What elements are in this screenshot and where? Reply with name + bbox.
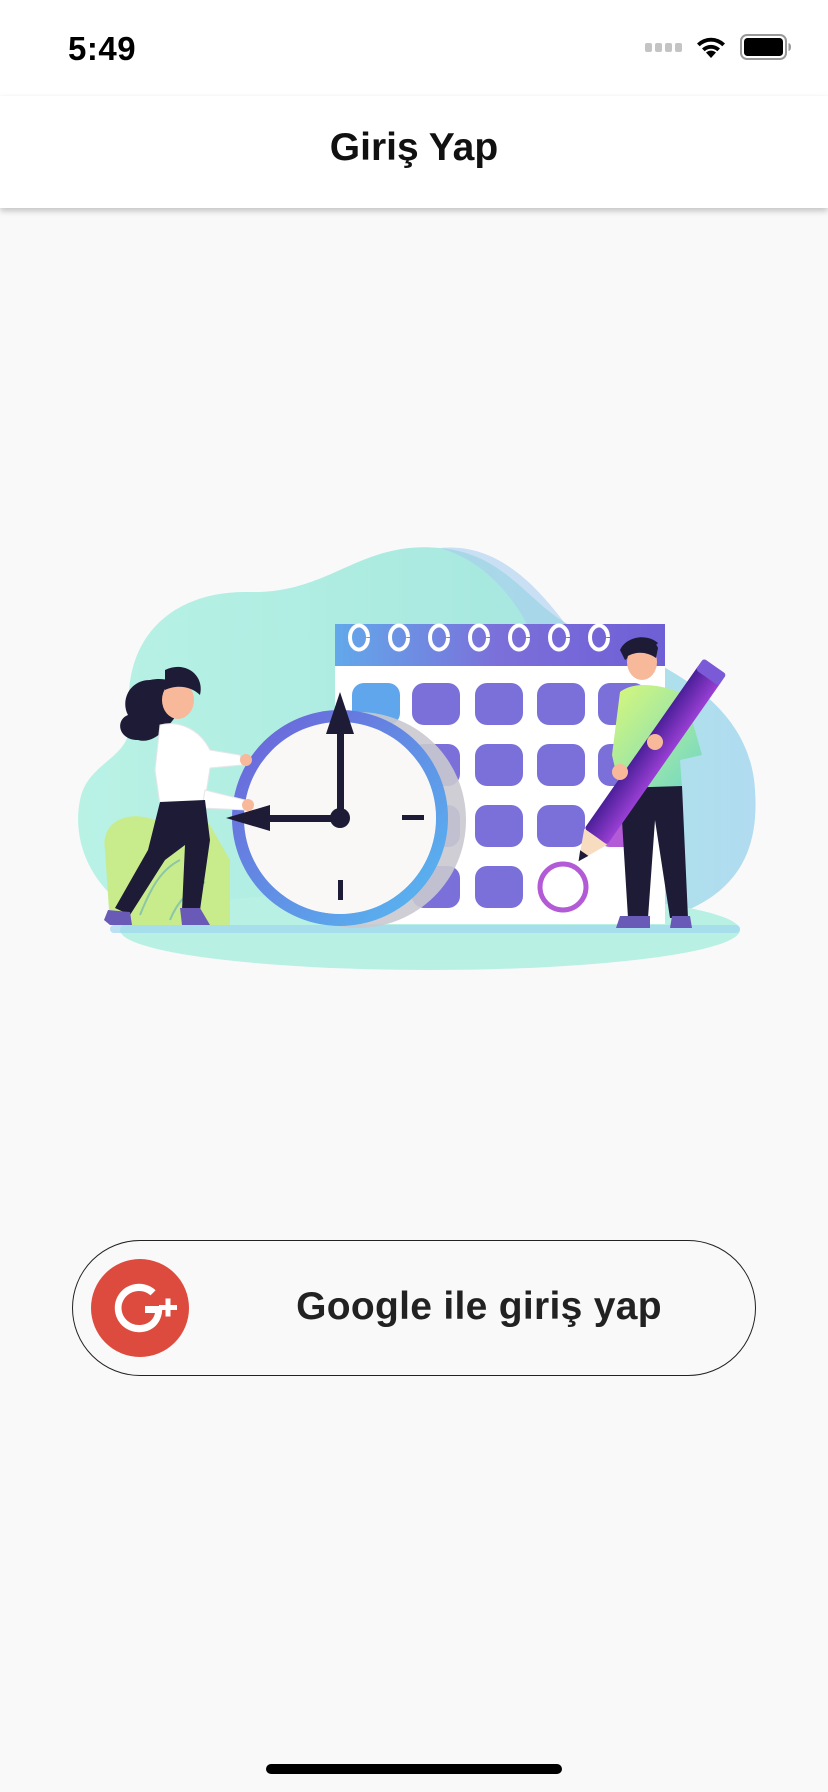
home-indicator[interactable]: [266, 1764, 562, 1774]
google-plus-icon: [91, 1259, 189, 1357]
page-title: Giriş Yap: [329, 126, 499, 169]
navigation-bar: Giriş Yap: [0, 96, 828, 208]
signal-icon: [645, 42, 682, 52]
google-sign-in-button[interactable]: Google ile giriş yap: [72, 1240, 756, 1376]
status-bar: 5:49: [0, 0, 828, 96]
login-screen: 5:49 Giriş Yap Google ile giriş yap: [0, 0, 828, 1792]
google-sign-in-label: Google ile giriş yap: [296, 1285, 662, 1328]
status-icons: [645, 34, 792, 60]
wifi-icon: [697, 37, 725, 58]
battery-icon: [740, 34, 791, 60]
calendar-clock-illustration: [78, 547, 756, 970]
status-time: 5:49: [68, 30, 137, 67]
